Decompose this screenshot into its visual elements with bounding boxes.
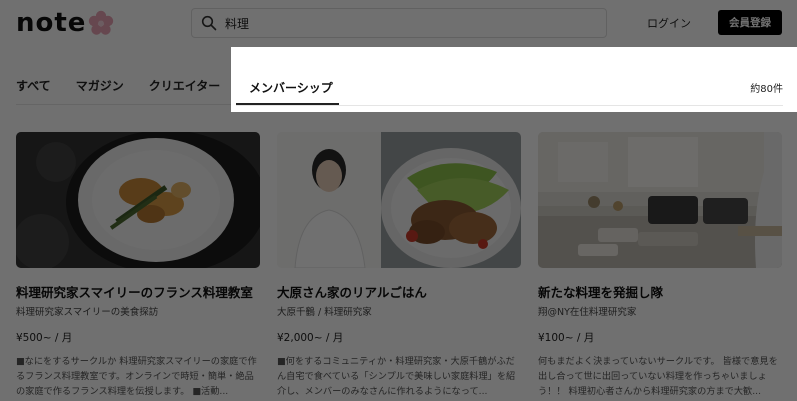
card-description: 何もまだよく決まっていないサークルです。 皆様で意見を出し合って世に出回っていな… <box>538 356 778 397</box>
tab-creator[interactable]: クリエイター <box>149 72 221 104</box>
search-input[interactable] <box>225 16 585 30</box>
card-description: ■なにをするサークルか 料理研究家スマイリーの家庭で作るフランス料理教室です。オ… <box>16 356 257 397</box>
tabs-divider-highlight <box>236 105 783 106</box>
card-title[interactable]: 料理研究家スマイリーのフランス料理教室 <box>16 282 260 301</box>
login-link[interactable]: ログイン <box>647 15 691 31</box>
card-owner[interactable]: 料理研究家スマイリーの美食探訪 <box>16 304 260 318</box>
card-price: ¥500~ / 月 <box>16 332 73 344</box>
membership-card[interactable]: 料理研究家スマイリーのフランス料理教室 料理研究家スマイリーの美食探訪 ¥500… <box>16 132 260 399</box>
tab-all[interactable]: すべて <box>16 72 51 104</box>
card-price: ¥2,000~ / 月 <box>277 332 344 344</box>
search-icon[interactable] <box>201 15 217 31</box>
card-owner[interactable]: 翔@NY在住料理研究家 <box>538 304 782 318</box>
search-box[interactable] <box>191 8 607 38</box>
card-thumbnail[interactable] <box>16 132 260 268</box>
result-count: 約80件 <box>750 84 783 95</box>
membership-results: 料理研究家スマイリーのフランス料理教室 料理研究家スマイリーの美食探訪 ¥500… <box>16 132 782 401</box>
card-thumbnail[interactable] <box>277 132 521 268</box>
membership-card[interactable]: 大原さん家のリアルごはん 大原千鶴 / 料理研究家 ¥2,000~ / 月 ■何… <box>277 132 521 399</box>
membership-card[interactable]: 新たな料理を発掘し隊 翔@NY在住料理研究家 ¥100~ / 月 何もまだよく決… <box>538 132 782 399</box>
logo-text: note <box>16 8 87 38</box>
signup-button[interactable]: 会員登録 <box>718 10 782 35</box>
card-thumbnail[interactable] <box>538 132 782 268</box>
card-owner[interactable]: 大原千鶴 / 料理研究家 <box>277 304 521 318</box>
card-price: ¥100~ / 月 <box>538 332 595 344</box>
card-description: ■何をするコミュニティか・料理研究家・大原千鶴がふだん自宅で食べている「シンプル… <box>277 356 516 397</box>
header: note ログイン 会員登録 <box>0 0 797 46</box>
card-title[interactable]: 大原さん家のリアルごはん <box>277 282 521 301</box>
note-flower-icon <box>89 10 114 35</box>
search-tabs: すべて マガジン クリエイター <box>16 72 245 104</box>
tab-magazine[interactable]: マガジン <box>76 72 124 104</box>
spotlight-panel: メンバーシップ 約80件 <box>231 47 797 112</box>
tab-membership[interactable]: メンバーシップ <box>249 79 333 96</box>
note-logo[interactable]: note <box>16 9 114 37</box>
card-title[interactable]: 新たな料理を発掘し隊 <box>538 282 782 301</box>
